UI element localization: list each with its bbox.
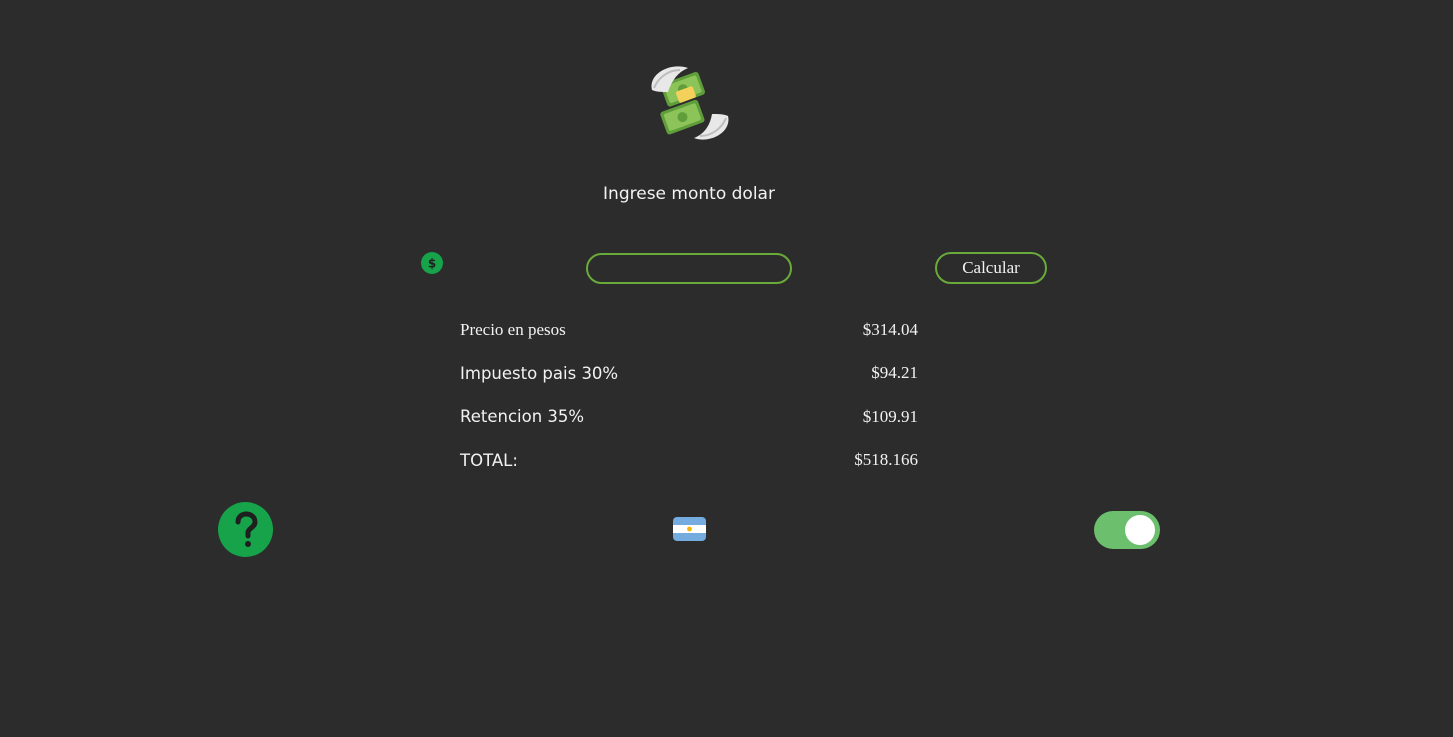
calculate-button[interactable]: Calcular [935, 252, 1047, 284]
result-value: $518.166 [854, 450, 918, 470]
result-label: Retencion 35% [460, 407, 585, 427]
page: Ingrese monto dolar $ Calcular Precio en… [0, 0, 1453, 737]
dollar-amount-input[interactable] [586, 253, 792, 284]
result-value: $314.04 [862, 319, 918, 339]
result-value: $94.21 [871, 363, 918, 383]
result-label: Precio en pesos [460, 319, 566, 339]
result-row-retention: Retencion 35% $109.91 [460, 395, 918, 439]
theme-toggle[interactable] [1094, 511, 1160, 549]
result-row-price: Precio en pesos $314.04 [460, 308, 918, 352]
result-value: $109.91 [862, 406, 918, 426]
svg-text:$: $ [428, 257, 436, 271]
dollar-circle-icon: $ [421, 252, 443, 274]
result-row-tax: Impuesto pais 30% $94.21 [460, 352, 918, 396]
help-button[interactable] [218, 502, 273, 557]
result-row-total: TOTAL: $518.166 [460, 439, 918, 483]
argentina-flag-icon[interactable] [673, 517, 706, 541]
question-mark-icon [235, 510, 258, 547]
toggle-knob [1125, 515, 1155, 545]
amount-prompt: Ingrese monto dolar [603, 184, 775, 204]
result-label: Impuesto pais 30% [460, 363, 619, 383]
results-list: Precio en pesos $314.04 Impuesto pais 30… [460, 308, 918, 482]
result-label: TOTAL: [460, 450, 518, 470]
money-with-wings-icon [644, 58, 734, 148]
